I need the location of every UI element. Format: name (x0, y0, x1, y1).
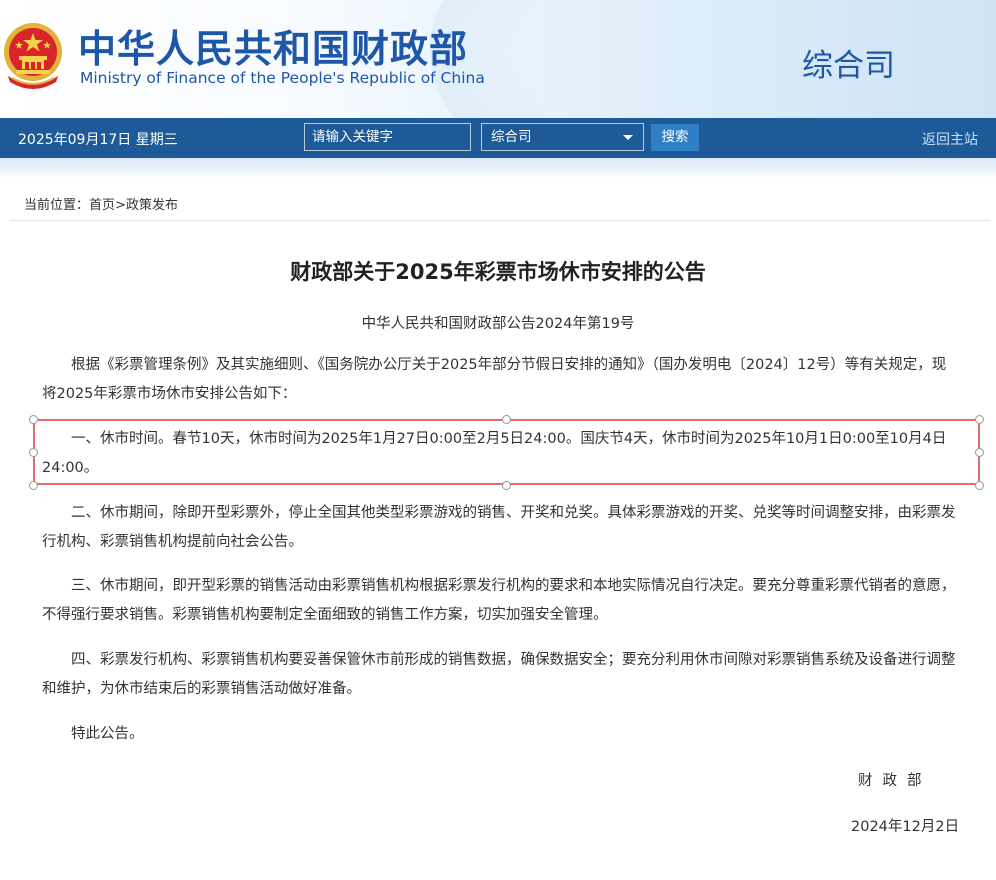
search-button[interactable]: 搜索 (651, 124, 699, 151)
article-title: 财政部关于2025年彩票市场休市安排的公告 (290, 260, 706, 284)
article-paragraph: 根据《彩票管理条例》及其实施细则、《国务院办公厅关于2025年部分节假日安排的通… (42, 357, 947, 402)
breadcrumb-current-link[interactable]: 政策发布 (126, 198, 178, 213)
resize-handle-bottom-right[interactable] (975, 481, 984, 490)
breadcrumb: 当前位置：首页>政策发布 (24, 194, 178, 213)
selection-box[interactable] (33, 419, 980, 485)
current-date: 2025年09月17日 星期三 (18, 132, 178, 148)
department-select-value: 综合司 (491, 129, 532, 145)
breadcrumb-home-link[interactable]: 首页 (89, 198, 115, 213)
national-emblem-icon (4, 23, 62, 89)
chevron-down-icon (623, 135, 633, 140)
site-title-en: Ministry of Finance of the People's Repu… (80, 69, 485, 87)
resize-handle-top-right[interactable] (975, 415, 984, 424)
home-link[interactable]: 返回主站 (922, 129, 978, 149)
article-paragraph: 四、彩票发行机构、彩票销售机构要妥善保管休市前形成的销售数据，确保数据安全；要充… (42, 652, 956, 697)
site-header: 中华人民共和国财政部 Ministry of Finance of the Pe… (0, 0, 996, 118)
department-select[interactable]: 综合司 (481, 123, 644, 151)
resize-handle-top[interactable] (502, 415, 511, 424)
department-name: 综合司 (802, 48, 895, 84)
article-paragraph: 二、休市期间，除即开型彩票外，停止全国其他类型彩票游戏的销售、开奖和兑奖。具体彩… (42, 505, 956, 550)
resize-handle-right[interactable] (975, 448, 984, 457)
signature-date: 2024年12月2日 (851, 819, 960, 835)
search-input[interactable] (304, 123, 471, 151)
document-number: 中华人民共和国财政部公告2024年第19号 (361, 316, 635, 332)
resize-handle-top-left[interactable] (29, 415, 38, 424)
site-title-cn: 中华人民共和国财政部 (78, 27, 469, 71)
resize-handle-bottom[interactable] (502, 481, 511, 490)
toolbar: 2025年09月17日 星期三 综合司 搜索 返回主站 (0, 118, 996, 158)
breadcrumb-separator: > (115, 198, 126, 213)
breadcrumb-prefix: 当前位置： (24, 198, 90, 213)
article-paragraph: 特此公告。 (71, 726, 144, 742)
resize-handle-bottom-left[interactable] (29, 481, 38, 490)
signature-organization: 财政部 (858, 773, 932, 789)
resize-handle-left[interactable] (29, 448, 38, 457)
divider (10, 220, 990, 221)
article-paragraph: 三、休市期间，即开型彩票的销售活动由彩票销售机构根据彩票发行机构的要求和本地实际… (42, 578, 956, 623)
